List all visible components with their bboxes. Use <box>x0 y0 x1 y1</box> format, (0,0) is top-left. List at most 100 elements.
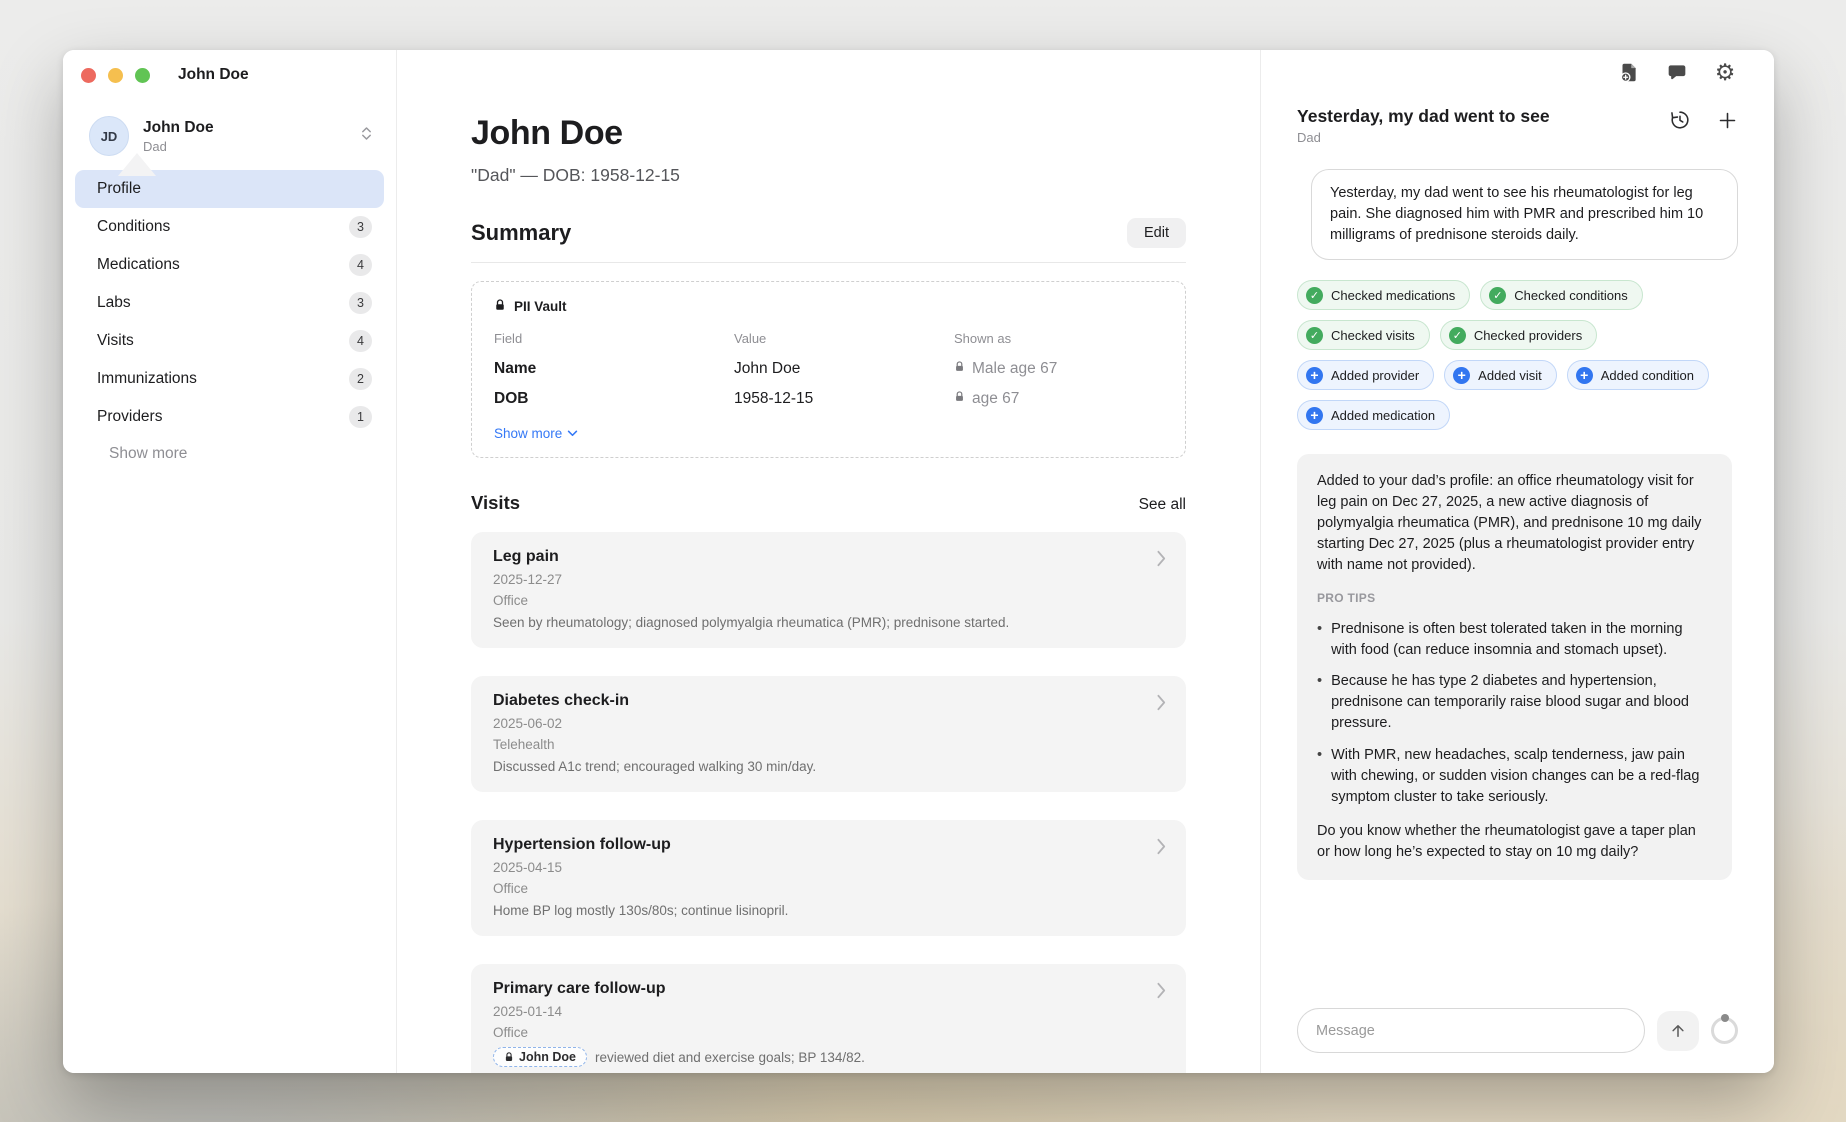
sidebar-nav-item-label: Labs <box>97 294 131 312</box>
chip-status-icon <box>1489 287 1506 304</box>
page-title: John Doe <box>471 114 1186 153</box>
pii-column-value: Value <box>734 331 954 350</box>
visit-type: Telehealth <box>493 737 1164 752</box>
lock-icon <box>504 1051 514 1063</box>
sidebar-nav-item[interactable]: Medications 4 <box>75 246 384 284</box>
visit-note: Seen by rheumatology; diagnosed polymyal… <box>493 615 1164 630</box>
pii-redaction-chip[interactable]: John Doe <box>493 1047 587 1067</box>
pii-shown-as-text: age 67 <box>972 390 1019 408</box>
status-chip-label: Checked visits <box>1331 328 1415 343</box>
status-chip[interactable]: Added medication <box>1297 400 1450 430</box>
visit-title: Hypertension follow-up <box>493 836 1164 854</box>
visits-see-all-link[interactable]: See all <box>1139 496 1186 514</box>
sidebar-nav-item[interactable]: Immunizations 2 <box>75 360 384 398</box>
send-button[interactable] <box>1657 1011 1699 1051</box>
pro-tip-text: Because he has type 2 diabetes and hyper… <box>1331 671 1712 734</box>
tool-status-chips: Checked medications Checked conditions C… <box>1297 280 1739 430</box>
chat-bubble-icon[interactable] <box>1666 61 1688 83</box>
status-chip[interactable]: Checked medications <box>1297 280 1470 310</box>
chat-toolbar: ⚙ <box>1618 61 1736 83</box>
divider <box>471 262 1186 263</box>
status-chip[interactable]: Added visit <box>1444 360 1557 390</box>
sidebar-nav-item-label: Visits <box>97 332 134 350</box>
zoom-window-button[interactable] <box>135 68 150 83</box>
chevron-right-icon <box>1157 694 1166 716</box>
user-message-bubble: Yesterday, my dad went to see his rheuma… <box>1311 169 1738 260</box>
history-icon[interactable] <box>1669 109 1691 136</box>
count-badge: 3 <box>349 292 372 314</box>
count-badge: 1 <box>349 406 372 428</box>
visit-note-text: Discussed A1c trend; encouraged walking … <box>493 759 816 774</box>
count-badge: 4 <box>349 330 372 352</box>
visit-title: Primary care follow-up <box>493 980 1164 998</box>
status-chip[interactable]: Checked conditions <box>1480 280 1642 310</box>
visit-note-text: Seen by rheumatology; diagnosed polymyal… <box>493 615 1009 630</box>
visit-card[interactable]: Hypertension follow-up 2025-04-15 Office… <box>471 820 1186 936</box>
sidebar-show-more[interactable]: Show more <box>109 445 384 463</box>
visit-date: 2025-04-15 <box>493 860 1164 875</box>
visit-note-text: Home BP log mostly 130s/80s; continue li… <box>493 903 788 918</box>
edit-button[interactable]: Edit <box>1127 218 1186 248</box>
message-input[interactable] <box>1297 1008 1645 1053</box>
page-subtitle: "Dad" — DOB: 1958-12-15 <box>471 165 1186 186</box>
pii-vault-table: Field Value Shown as Name John Doe Male … <box>494 331 1163 410</box>
pii-vault-card: PII Vault Field Value Shown as Name John… <box>471 281 1186 458</box>
lock-icon <box>954 390 965 408</box>
sidebar-nav-item[interactable]: Providers 1 <box>75 398 384 436</box>
status-chip[interactable]: Checked providers <box>1440 320 1597 350</box>
visit-date: 2025-12-27 <box>493 572 1164 587</box>
add-document-icon[interactable] <box>1618 61 1640 83</box>
pii-row-shown-as: Male age 67 <box>954 350 1163 380</box>
pro-tip-item: • Because he has type 2 diabetes and hyp… <box>1317 671 1712 734</box>
chip-status-icon <box>1449 327 1466 344</box>
visit-note: John Doe reviewed diet and exercise goal… <box>493 1047 1164 1067</box>
profile-selector[interactable]: JD John Doe Dad <box>89 116 378 156</box>
profile-selector-meta: John Doe Dad <box>143 119 214 154</box>
status-chip-label: Checked medications <box>1331 288 1455 303</box>
sidebar-nav-item-label: Profile <box>97 180 141 198</box>
visit-card[interactable]: Primary care follow-up 2025-01-14 Office… <box>471 964 1186 1073</box>
pro-tip-text: Prednisone is often best tolerated taken… <box>1331 619 1712 661</box>
visit-title: Leg pain <box>493 548 1164 566</box>
bullet: • <box>1317 671 1322 734</box>
pii-column-shown-as: Shown as <box>954 331 1163 350</box>
sidebar-nav-item[interactable]: Conditions 3 <box>75 208 384 246</box>
sidebar-nav: Profile Conditions 3 Medications 4 Labs … <box>75 170 384 463</box>
visit-card[interactable]: Diabetes check-in 2025-06-02 Telehealth … <box>471 676 1186 792</box>
app-window: John Doe JD John Doe Dad Profile Conditi… <box>63 50 1774 1073</box>
assistant-message: Added to your dad’s profile: an office r… <box>1297 454 1732 880</box>
pii-shown-as-text: Male age 67 <box>972 360 1057 378</box>
new-chat-plus-icon[interactable] <box>1717 110 1738 136</box>
minimize-window-button[interactable] <box>108 68 123 83</box>
profile-selector-role: Dad <box>143 139 214 154</box>
chevron-right-icon <box>1157 982 1166 1004</box>
chevron-right-icon <box>1157 550 1166 572</box>
avatar: JD <box>89 116 129 156</box>
status-chip[interactable]: Added condition <box>1567 360 1709 390</box>
chip-status-icon <box>1306 327 1323 344</box>
sidebar-nav-item[interactable]: Visits 4 <box>75 322 384 360</box>
bullet: • <box>1317 619 1322 661</box>
pii-row-field: Name <box>494 350 734 380</box>
chip-status-icon <box>1306 287 1323 304</box>
close-window-button[interactable] <box>81 68 96 83</box>
visits-heading: Visits <box>471 492 520 514</box>
visit-type: Office <box>493 881 1164 896</box>
sidebar-nav-item-label: Providers <box>97 408 162 426</box>
visit-card[interactable]: Leg pain 2025-12-27 Office Seen by rheum… <box>471 532 1186 648</box>
chip-status-icon <box>1453 367 1470 384</box>
visit-note: Discussed A1c trend; encouraged walking … <box>493 759 1164 774</box>
sidebar-nav-item[interactable]: Labs 3 <box>75 284 384 322</box>
arrow-up-icon <box>1669 1022 1687 1040</box>
count-badge: 3 <box>349 216 372 238</box>
assistant-intro: Added to your dad’s profile: an office r… <box>1317 471 1712 575</box>
status-chip[interactable]: Checked visits <box>1297 320 1430 350</box>
pii-show-more-link[interactable]: Show more <box>494 426 578 441</box>
status-chip[interactable]: Added provider <box>1297 360 1434 390</box>
visit-type: Office <box>493 1025 1164 1040</box>
bullet: • <box>1317 745 1322 808</box>
status-chip-label: Checked providers <box>1474 328 1582 343</box>
status-chip-label: Added medication <box>1331 408 1435 423</box>
visit-date: 2025-01-14 <box>493 1004 1164 1019</box>
settings-gear-icon[interactable]: ⚙ <box>1714 61 1736 83</box>
